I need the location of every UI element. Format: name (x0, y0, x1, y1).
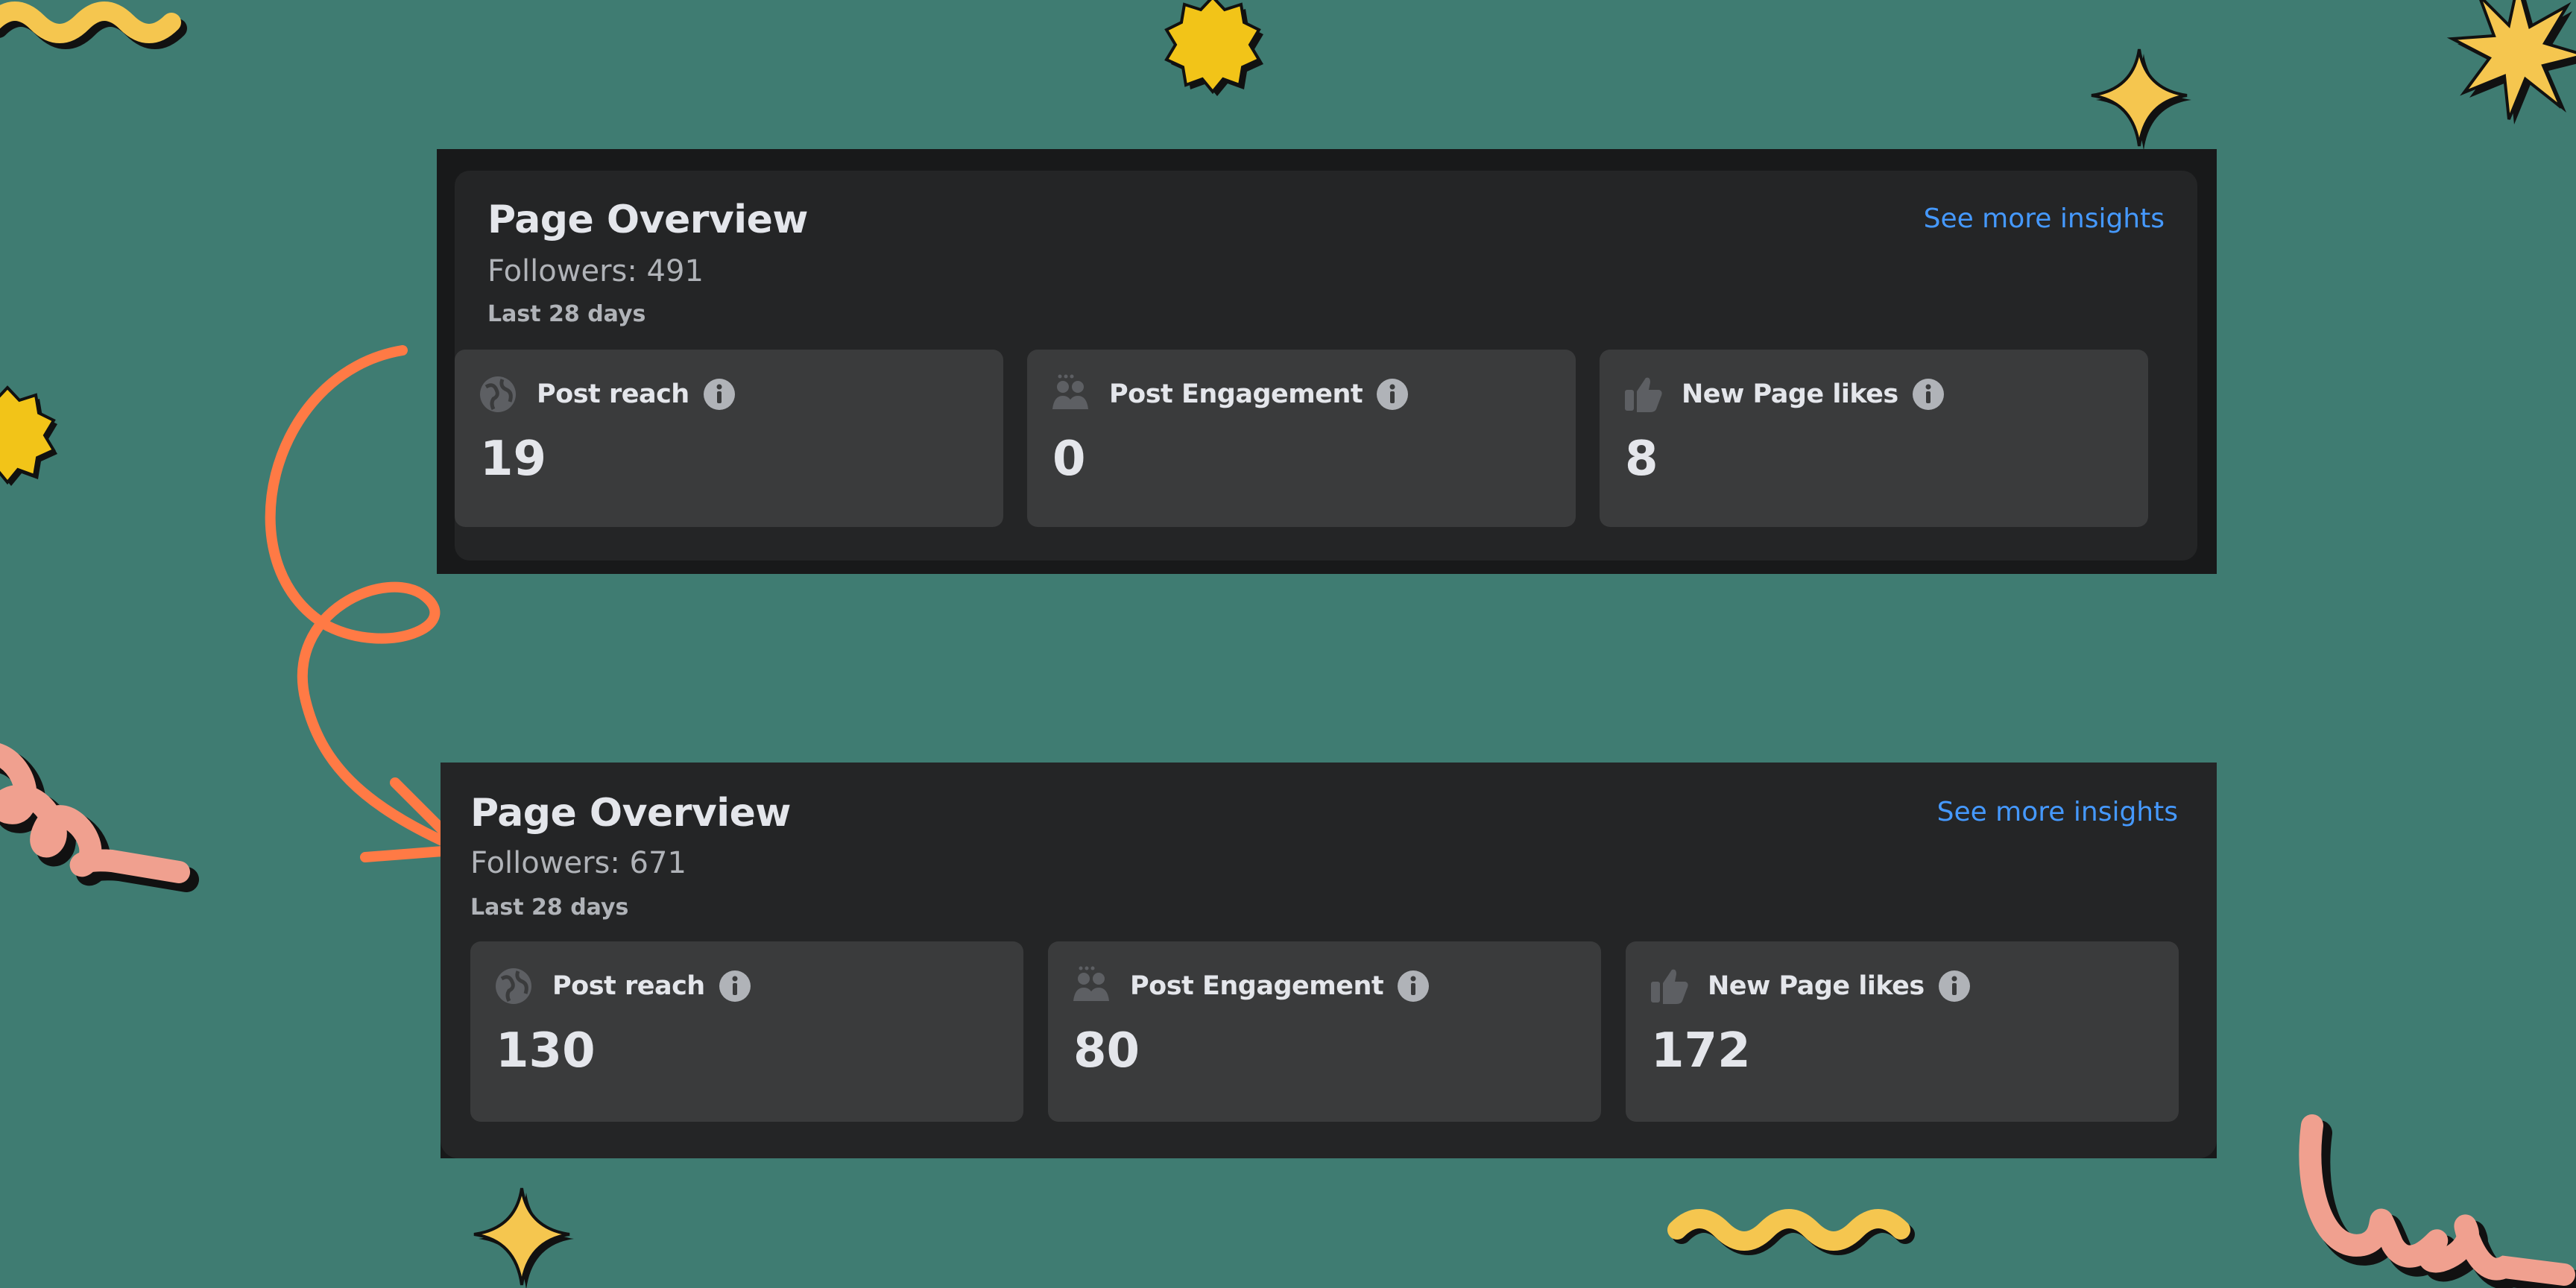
globe-icon (496, 968, 531, 1004)
date-range-label: Last 28 days (487, 301, 646, 327)
pink-loop-squiggle-left (0, 743, 199, 892)
metric-value: 130 (496, 1023, 596, 1079)
metric-card-post-engagement[interactable]: Post Engagement 80 (1048, 941, 1601, 1122)
metric-card-new-page-likes[interactable]: New Page likes 8 (1600, 350, 2148, 527)
date-range-label: Last 28 days (470, 894, 629, 921)
starburst-top-right (2446, 0, 2576, 124)
metric-label: Post reach (537, 379, 689, 409)
yellow-squiggle-top-left (0, 1, 187, 49)
metric-value: 8 (1625, 432, 1658, 487)
see-more-insights-link[interactable]: See more insights (1937, 797, 2178, 827)
page-overview-panel-before: Page Overview Followers: 491 Last 28 day… (437, 149, 2217, 574)
yellow-badge-left (0, 385, 57, 486)
metric-card-post-reach[interactable]: Post reach 130 (470, 941, 1023, 1122)
metric-card-new-page-likes[interactable]: New Page likes 172 (1626, 941, 2179, 1122)
metric-label: Post reach (552, 971, 705, 1001)
sparkle-star-bottom (473, 1187, 574, 1288)
info-icon[interactable] (1912, 378, 1945, 411)
page-title: Page Overview (487, 198, 808, 242)
see-more-insights-link[interactable]: See more insights (1924, 203, 2165, 234)
info-icon[interactable] (719, 970, 751, 1003)
followers-count: Followers: 671 (470, 846, 686, 880)
globe-icon (480, 376, 516, 412)
metric-card-post-engagement[interactable]: Post Engagement 0 (1027, 350, 1576, 527)
metric-label: Post Engagement (1109, 379, 1363, 409)
info-icon[interactable] (1376, 378, 1409, 411)
page-title: Page Overview (470, 791, 791, 836)
metric-value: 172 (1651, 1023, 1751, 1079)
metric-card-post-reach[interactable]: Post reach 19 (455, 350, 1003, 527)
people-icon (1073, 966, 1109, 1001)
metric-value: 0 (1052, 432, 1086, 487)
yellow-badge-top (1164, 0, 1263, 96)
sparkle-star-top (2091, 48, 2191, 151)
followers-count: Followers: 491 (487, 254, 704, 288)
metric-value: 19 (480, 432, 547, 487)
metric-label: Post Engagement (1130, 971, 1384, 1001)
info-icon[interactable] (1938, 970, 1971, 1003)
page-overview-card: Page Overview Followers: 671 Last 28 day… (441, 763, 2217, 1158)
metric-label: New Page likes (1708, 971, 1925, 1001)
people-icon (1052, 374, 1088, 409)
yellow-squiggle-bottom (1667, 1209, 1915, 1255)
metric-label: New Page likes (1682, 379, 1898, 409)
pink-loop-squiggle-bottom-right (2299, 1114, 2576, 1288)
page-overview-card: Page Overview Followers: 491 Last 28 day… (455, 171, 2197, 561)
info-icon[interactable] (703, 378, 736, 411)
page-overview-panel-after: Page Overview Followers: 671 Last 28 day… (441, 763, 2217, 1158)
info-icon[interactable] (1397, 970, 1430, 1003)
metric-value: 80 (1073, 1023, 1140, 1079)
thumbs-up-icon (1625, 377, 1662, 412)
thumbs-up-icon (1651, 969, 1688, 1004)
